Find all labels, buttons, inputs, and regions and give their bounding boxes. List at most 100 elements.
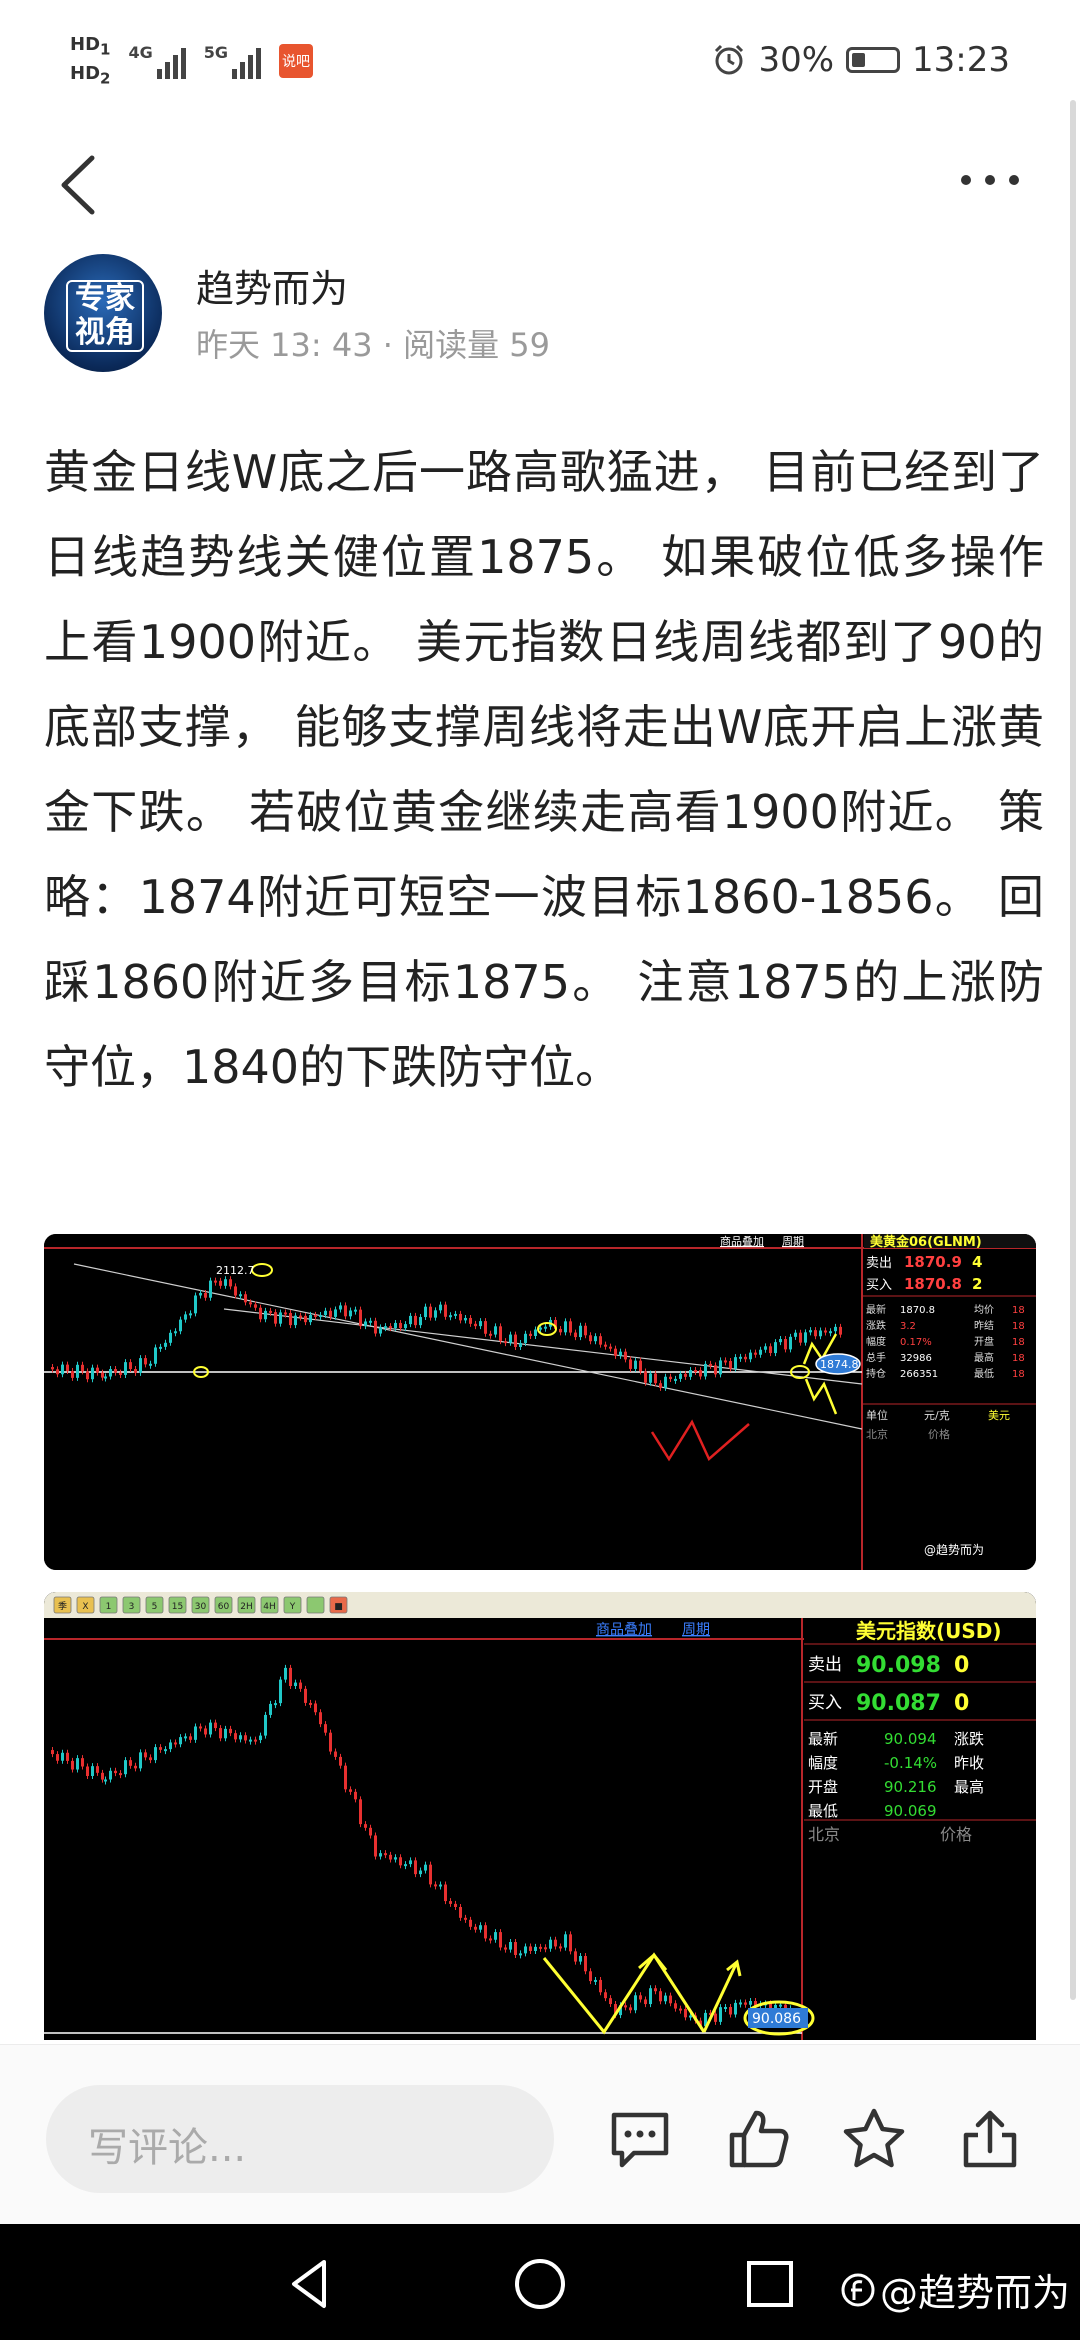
gold-candle bbox=[454, 1313, 457, 1316]
usd-candle bbox=[574, 1951, 577, 1962]
usd-candle bbox=[584, 1955, 587, 1972]
gold-candle bbox=[419, 1317, 422, 1326]
comment-input[interactable]: 写评论... bbox=[46, 2085, 554, 2193]
share-icon[interactable] bbox=[954, 2103, 1026, 2175]
gold-unit-label: 单位 bbox=[866, 1408, 888, 1422]
usd-toolbar-label: Y bbox=[289, 1602, 296, 1612]
author-name[interactable]: 趋势而为 bbox=[196, 258, 348, 313]
gold-stat-value: 1870.8 bbox=[900, 1305, 935, 1316]
gold-candle bbox=[464, 1317, 467, 1321]
gold-candle bbox=[494, 1326, 497, 1335]
usd-menu-overlay[interactable]: 商品叠加 bbox=[596, 1622, 652, 1638]
signal-5g: 5G bbox=[204, 43, 261, 79]
gold-candle bbox=[154, 1347, 157, 1364]
usd-candle bbox=[409, 1860, 412, 1865]
gold-title: 美黄金06(GLNM) bbox=[870, 1234, 982, 1250]
usd-candle bbox=[734, 2002, 737, 2015]
nav-back-icon[interactable] bbox=[280, 2254, 340, 2314]
usd-buy-qty: 0 bbox=[954, 1691, 969, 1716]
nav-home-icon[interactable] bbox=[510, 2254, 570, 2314]
usd-candle bbox=[514, 1942, 517, 1955]
comment-icon[interactable] bbox=[604, 2103, 676, 2175]
usd-candle bbox=[144, 1752, 147, 1758]
usd-candle bbox=[119, 1773, 122, 1776]
gold-candle bbox=[374, 1320, 377, 1334]
gold-stat-label: 涨跌 bbox=[866, 1319, 886, 1332]
usd-candle bbox=[739, 2002, 742, 2005]
usd-candle bbox=[134, 1765, 137, 1769]
like-icon[interactable] bbox=[722, 2103, 794, 2175]
scrollbar[interactable] bbox=[1070, 100, 1076, 2000]
battery-icon bbox=[846, 47, 901, 73]
usd-candle bbox=[319, 1712, 322, 1725]
gold-candle bbox=[499, 1326, 502, 1342]
usd-candle bbox=[684, 2008, 687, 2018]
gold-chart-image[interactable]: 商品叠加 周期 2112.7 1874.8 美黄金06(GLNM) 卖出 187… bbox=[44, 1234, 1036, 1570]
usd-candle bbox=[169, 1742, 172, 1750]
gold-candle bbox=[324, 1310, 327, 1316]
usd-candle bbox=[524, 1946, 527, 1954]
usd-candle bbox=[309, 1702, 312, 1705]
gold-candle bbox=[569, 1321, 572, 1333]
gold-candle bbox=[604, 1344, 607, 1347]
usd-candle bbox=[129, 1760, 132, 1766]
usd-menu-period[interactable]: 周期 bbox=[682, 1622, 710, 1638]
usd-candle bbox=[349, 1789, 352, 1792]
usd-candle bbox=[61, 1752, 64, 1761]
gold-candle bbox=[619, 1351, 622, 1356]
nav-recents-icon[interactable] bbox=[740, 2254, 800, 2314]
avatar[interactable]: 专家视角 bbox=[44, 254, 162, 372]
gold-candle bbox=[474, 1323, 477, 1327]
usd-candle bbox=[51, 1750, 54, 1755]
usd-toolbar-label: 3 bbox=[129, 1602, 135, 1612]
usd-candle bbox=[629, 2007, 632, 2011]
gold-menu-period[interactable]: 周期 bbox=[782, 1235, 804, 1248]
usd-candle bbox=[384, 1853, 387, 1856]
gold-candle bbox=[649, 1373, 652, 1383]
gold-candle bbox=[229, 1279, 232, 1287]
gold-candle bbox=[449, 1315, 452, 1318]
usd-candle bbox=[504, 1947, 507, 1950]
favorite-star-icon[interactable] bbox=[838, 2103, 910, 2175]
gold-candle bbox=[119, 1372, 122, 1375]
usd-candle bbox=[159, 1747, 162, 1750]
usd-toolbar-button[interactable] bbox=[306, 1596, 325, 1614]
gold-stat-label2: 开盘 bbox=[974, 1335, 994, 1348]
usd-toolbar-label: 5 bbox=[152, 1602, 158, 1612]
usd-city-label: 北京 bbox=[808, 1825, 840, 1844]
gold-candle bbox=[524, 1333, 527, 1344]
usd-candle bbox=[719, 2007, 722, 2022]
usd-candle bbox=[394, 1857, 397, 1860]
usd-chart-image[interactable]: 季 X 1 3 5 15 30 60 2H 4H Y ■ 商品叠加 周期 90.086 美元指数(US… bbox=[44, 1592, 1036, 2040]
usd-candle bbox=[279, 1679, 282, 1704]
gold-candle bbox=[739, 1356, 742, 1359]
usd-toolbar-label: 30 bbox=[195, 1602, 207, 1612]
gold-candle bbox=[609, 1346, 612, 1349]
usd-candle bbox=[354, 1791, 357, 1800]
gold-candle bbox=[169, 1332, 172, 1343]
gold-candle bbox=[194, 1295, 197, 1314]
gold-sell-label: 卖出 bbox=[866, 1256, 892, 1271]
usd-toolbar-label: 4H bbox=[263, 1602, 276, 1612]
gold-candle bbox=[819, 1330, 822, 1337]
usd-candle bbox=[419, 1870, 422, 1875]
gold-stat-label: 幅度 bbox=[866, 1335, 886, 1348]
post-meta: 昨天 13: 43 · 阅读量 59 bbox=[196, 326, 550, 364]
gold-candle bbox=[249, 1302, 252, 1305]
gold-candle bbox=[734, 1357, 737, 1369]
usd-candle bbox=[239, 1735, 242, 1740]
more-options-icon[interactable] bbox=[950, 160, 1030, 200]
gold-candle bbox=[409, 1315, 412, 1325]
usd-candle bbox=[449, 1901, 452, 1904]
signal-5g-icon bbox=[231, 43, 261, 79]
usd-candle bbox=[86, 1766, 89, 1777]
usd-candle bbox=[304, 1688, 307, 1703]
usd-candle bbox=[714, 2013, 717, 2022]
usd-candle bbox=[344, 1765, 347, 1790]
gold-candle bbox=[354, 1309, 357, 1312]
gold-candle bbox=[664, 1376, 667, 1388]
gold-candle bbox=[219, 1280, 222, 1286]
usd-candle bbox=[269, 1703, 272, 1715]
gold-menu-overlay[interactable]: 商品叠加 bbox=[720, 1234, 764, 1248]
back-arrow-icon[interactable] bbox=[52, 150, 112, 220]
